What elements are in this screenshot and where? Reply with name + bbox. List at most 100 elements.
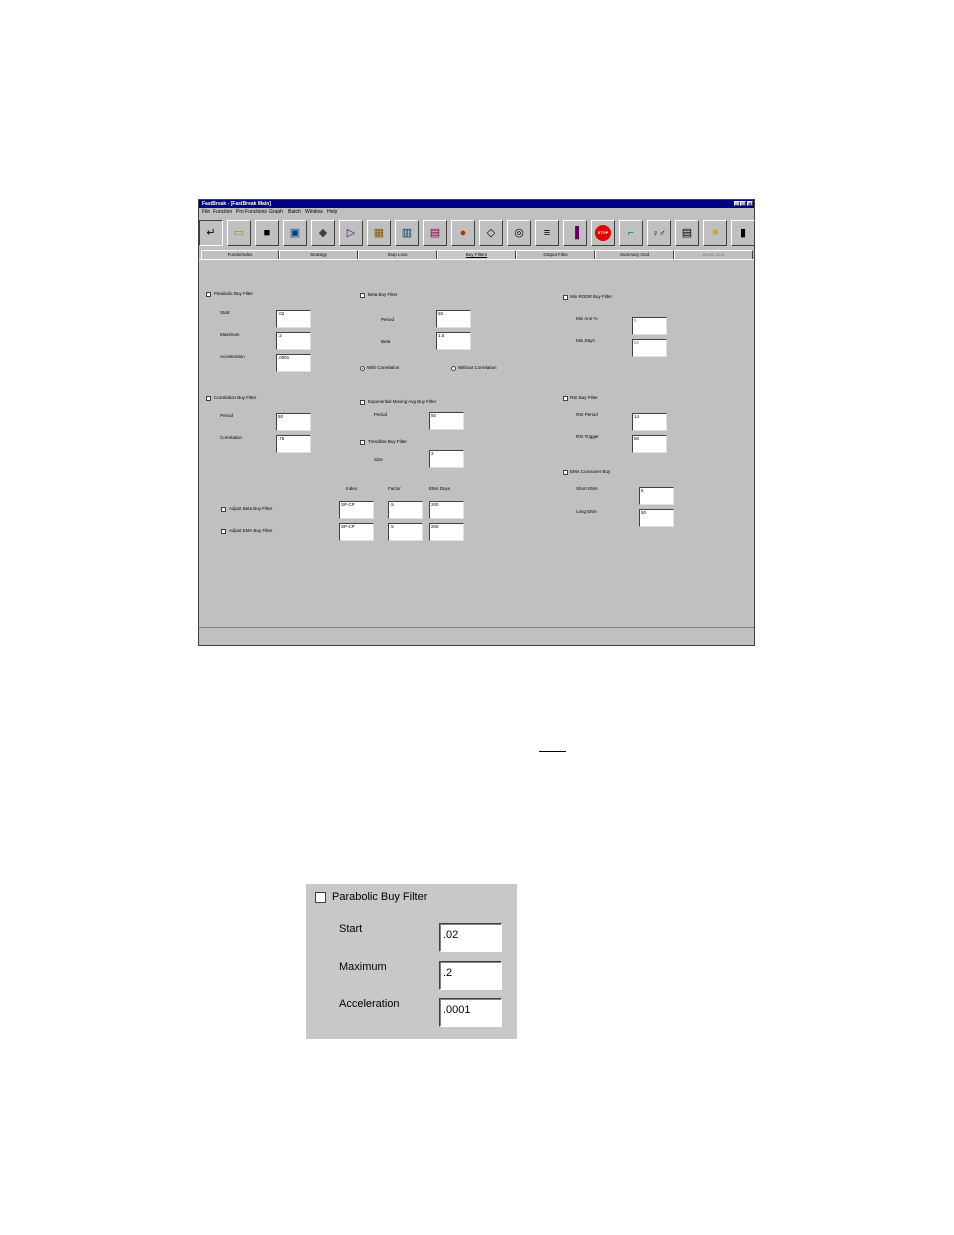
adjust-ema-factor-input[interactable]: .5: [388, 523, 423, 541]
min-ann-input[interactable]: 5: [632, 317, 667, 335]
monitor-button[interactable]: ▤: [675, 220, 699, 246]
enter-button[interactable]: ↵: [199, 220, 223, 246]
trendline-checkbox[interactable]: [360, 440, 365, 445]
adjust-beta-index-input[interactable]: SP-CP: [339, 501, 374, 519]
parabolic-start-input[interactable]: .02: [276, 310, 311, 328]
close-button[interactable]: x: [747, 201, 753, 206]
correlation-period-label: Period: [220, 413, 234, 418]
edit-pen-icon: ▷: [346, 226, 356, 239]
correlation-value-input[interactable]: .75: [276, 435, 311, 453]
correlation-period-input[interactable]: 50: [276, 413, 311, 431]
trendline-size-input[interactable]: 3: [429, 450, 464, 468]
toolbar: ↵ ▭ ■ ▣ ◆ ▷ ▦ ▥ ▤ ● ◇ ◎ ≡ ▐ STOP ⌐ ♀♂ ▤ …: [199, 216, 755, 250]
menu-graph[interactable]: Graph: [269, 208, 283, 216]
tab-stop-loss[interactable]: Stop Loss: [358, 250, 437, 259]
ema-moving-label: Exponential Moving Avg Buy Filter: [368, 399, 437, 404]
menu-pro-functions[interactable]: Pro Functions: [236, 208, 267, 216]
open-button[interactable]: ▭: [227, 220, 251, 246]
trendline-label: Trendline Buy Filter: [368, 439, 407, 444]
eraser-button[interactable]: ◆: [311, 220, 335, 246]
adjust-ema-checkbox[interactable]: [221, 529, 226, 534]
tab-funds-index[interactable]: Funds/Index: [201, 250, 279, 259]
fastbreak-window: FastBreak - [FastBreak Main] _ □ x File …: [198, 199, 755, 646]
book-button[interactable]: ▥: [395, 220, 419, 246]
short-ema-label: Short EMA: [576, 486, 598, 491]
min-days-input[interactable]: 50: [632, 339, 667, 357]
beta-period-input[interactable]: 50: [436, 310, 471, 328]
report-button[interactable]: ▤: [423, 220, 447, 246]
menu-function[interactable]: Function: [213, 208, 232, 216]
stop-button[interactable]: STOP: [591, 220, 615, 246]
clock-button[interactable]: ◎: [507, 220, 531, 246]
monitor-icon: ▤: [681, 226, 693, 239]
clock-icon: ◎: [514, 226, 524, 239]
diamond-button[interactable]: ◇: [479, 220, 503, 246]
parabolic-checkbox[interactable]: [206, 292, 211, 297]
without-correlation-label: Without Correlation: [458, 365, 497, 370]
adjust-beta-checkbox[interactable]: [221, 507, 226, 512]
zoom-acceleration-label: Acceleration: [339, 998, 400, 1010]
tab-summary-grid[interactable]: Summary Grid: [595, 250, 674, 259]
zoom-maximum-label: Maximum: [339, 961, 387, 973]
long-ema-input[interactable]: 50: [639, 509, 674, 527]
beta-value-input[interactable]: 1.5: [436, 332, 471, 350]
lightbulb-button[interactable]: ☀: [703, 220, 727, 246]
grid-chart-icon: ▦: [373, 226, 385, 239]
grid-chart-button[interactable]: ▦: [367, 220, 391, 246]
trendline-size-label: Size: [374, 457, 383, 462]
color-wheel-button[interactable]: ●: [451, 220, 475, 246]
adjust-beta-ema-days-input[interactable]: 200: [429, 501, 464, 519]
adjust-ema-index-input[interactable]: SP-CP: [339, 523, 374, 541]
edit-button[interactable]: ▷: [339, 220, 363, 246]
exit-button[interactable]: ▮: [731, 220, 755, 246]
chart-icon: ▣: [289, 226, 301, 239]
maximize-button[interactable]: □: [740, 201, 746, 206]
ema-moving-period-input[interactable]: 50: [429, 412, 464, 430]
correlation-label: Correlation Buy Filter: [214, 395, 257, 400]
menu-file[interactable]: File: [202, 208, 210, 216]
underline-mark: [539, 751, 566, 752]
network-button[interactable]: ≡: [535, 220, 559, 246]
parabolic-acceleration-label: Acceleration: [220, 354, 245, 359]
tab-detail-grid[interactable]: Detail Grid: [674, 250, 753, 259]
hook-button[interactable]: ⌐: [619, 220, 643, 246]
exit-door-icon: ▮: [739, 226, 747, 239]
parabolic-maximum-input[interactable]: .2: [276, 332, 311, 350]
zoom-maximum-input[interactable]: .2: [439, 961, 502, 990]
save-button[interactable]: ■: [255, 220, 279, 246]
short-ema-input[interactable]: 5: [639, 487, 674, 505]
parabolic-acceleration-input[interactable]: .0001: [276, 354, 311, 372]
rsi-trigger-label: RSI Trigger: [576, 434, 599, 439]
menu-help[interactable]: Help: [327, 208, 337, 216]
chart-button[interactable]: ▣: [283, 220, 307, 246]
with-correlation-radio[interactable]: [360, 366, 365, 371]
zoom-parabolic-checkbox[interactable]: [315, 892, 326, 903]
adjust-ema-ema-days-input[interactable]: 200: [429, 523, 464, 541]
beta-checkbox[interactable]: [360, 293, 365, 298]
min-days-label: Min Days: [576, 338, 595, 343]
correlation-checkbox[interactable]: [206, 396, 211, 401]
tab-buy-filters[interactable]: Buy Filters: [437, 250, 516, 259]
rsi-trigger-input[interactable]: 50: [632, 435, 667, 453]
ema-crossover-checkbox[interactable]: [563, 470, 568, 475]
stop-sign-icon: STOP: [595, 225, 611, 241]
tab-strategy[interactable]: Strategy: [279, 250, 358, 259]
rsi-period-input[interactable]: 14: [632, 413, 667, 431]
rsi-checkbox[interactable]: [563, 396, 568, 401]
zoom-acceleration-input[interactable]: .0001: [439, 998, 502, 1027]
zoom-start-input[interactable]: .02: [439, 923, 502, 952]
adjust-beta-factor-input[interactable]: .5: [388, 501, 423, 519]
network-icon: ≡: [543, 226, 551, 239]
ema-moving-checkbox[interactable]: [360, 400, 365, 405]
tab-output-files[interactable]: Output Files: [516, 250, 595, 259]
people-button[interactable]: ♀♂: [647, 220, 671, 246]
min-rodr-checkbox[interactable]: [563, 295, 568, 300]
save-disk-icon: ■: [263, 226, 271, 239]
parabolic-zoom-panel: Parabolic Buy Filter Start .02 Maximum .…: [306, 884, 517, 1039]
rsi-label: RSI Buy Filter: [570, 395, 598, 400]
without-correlation-radio[interactable]: [451, 366, 456, 371]
bar-graph-button[interactable]: ▐: [563, 220, 587, 246]
title-bar: FastBreak - [FastBreak Main] _ □ x: [199, 200, 754, 208]
menu-batch[interactable]: Batch: [288, 208, 301, 216]
menu-window[interactable]: Window: [305, 208, 323, 216]
